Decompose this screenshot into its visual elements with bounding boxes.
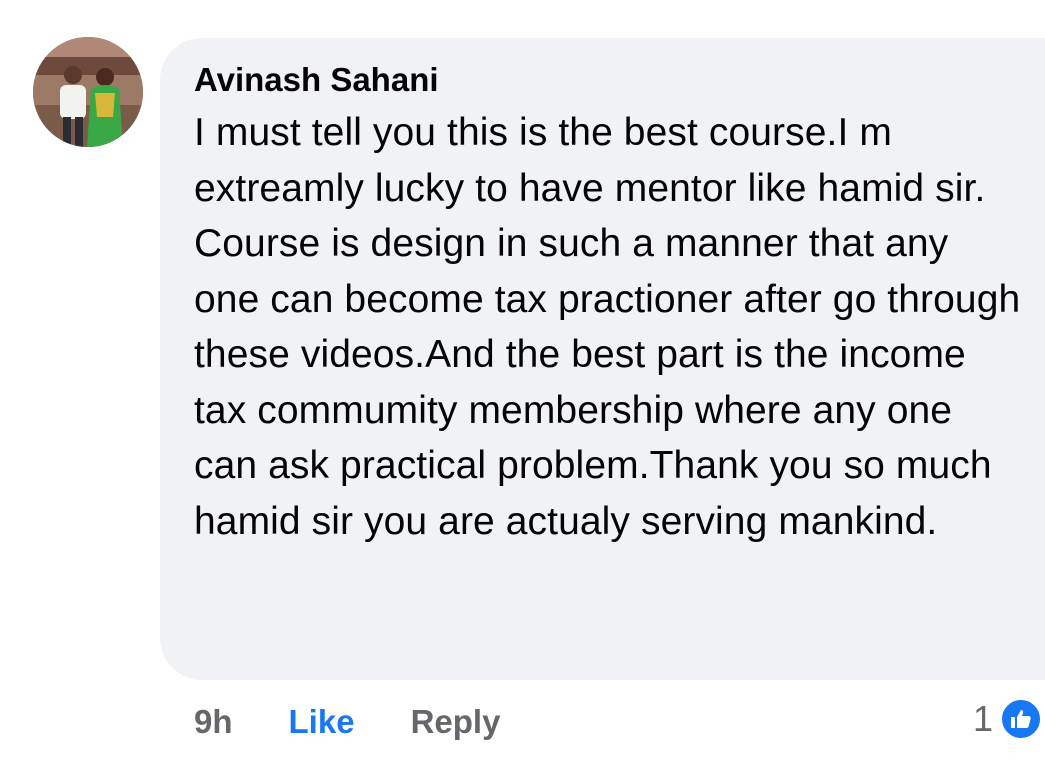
reaction-summary[interactable]: 1 xyxy=(973,696,1043,742)
comment-timestamp[interactable]: 9h xyxy=(194,703,233,741)
like-button[interactable]: Like xyxy=(289,703,355,741)
avatar[interactable] xyxy=(33,37,143,147)
comment-actions: 9h Like Reply xyxy=(194,697,500,747)
comment-text: I must tell you this is the best course.… xyxy=(194,111,1021,543)
comment-author[interactable]: Avinash Sahani xyxy=(194,60,1025,100)
profile-photo-icon xyxy=(33,37,143,147)
comment-bubble: Avinash Sahani I must tell you this is t… xyxy=(160,38,1045,680)
thumbs-up-icon xyxy=(999,697,1043,741)
reaction-count: 1 xyxy=(972,698,993,739)
reply-button[interactable]: Reply xyxy=(411,703,501,741)
